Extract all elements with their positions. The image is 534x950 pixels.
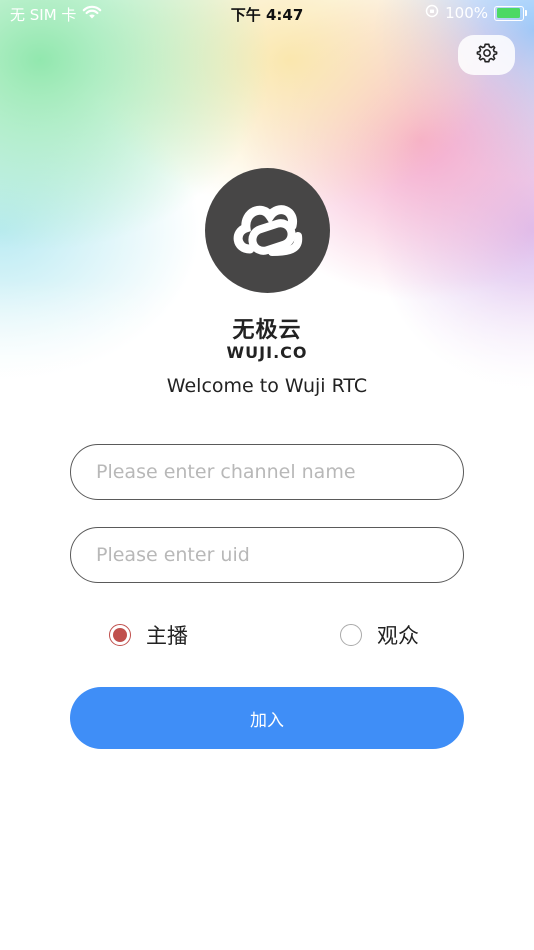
settings-button[interactable]: [458, 35, 515, 75]
brand-name-cn: 无极云: [232, 318, 302, 343]
battery-icon: [494, 5, 527, 21]
role-radio-audience[interactable]: 观众: [340, 620, 419, 650]
orientation-lock-icon: [425, 4, 439, 22]
status-bar: 无 SIM 卡 下午 4:47 100%: [0, 0, 534, 28]
role-label-host: 主播: [146, 624, 188, 648]
join-button[interactable]: 加入: [70, 687, 464, 749]
radio-unchecked-icon: [340, 624, 362, 646]
gear-icon: [476, 42, 498, 68]
role-label-audience: 观众: [377, 624, 419, 648]
join-button-label: 加入: [250, 710, 284, 731]
app-logo: [205, 168, 330, 293]
radio-checked-icon: [109, 624, 131, 646]
brand-name-en: WUJI.CO: [226, 343, 308, 362]
status-right: 100%: [425, 4, 527, 22]
welcome-text: Welcome to Wuji RTC: [166, 375, 368, 397]
battery-percent: 100%: [445, 4, 488, 22]
channel-name-input[interactable]: [70, 444, 464, 500]
uid-input[interactable]: [70, 527, 464, 583]
cloud-link-icon: [228, 194, 308, 268]
role-radio-host[interactable]: 主播: [109, 620, 188, 650]
